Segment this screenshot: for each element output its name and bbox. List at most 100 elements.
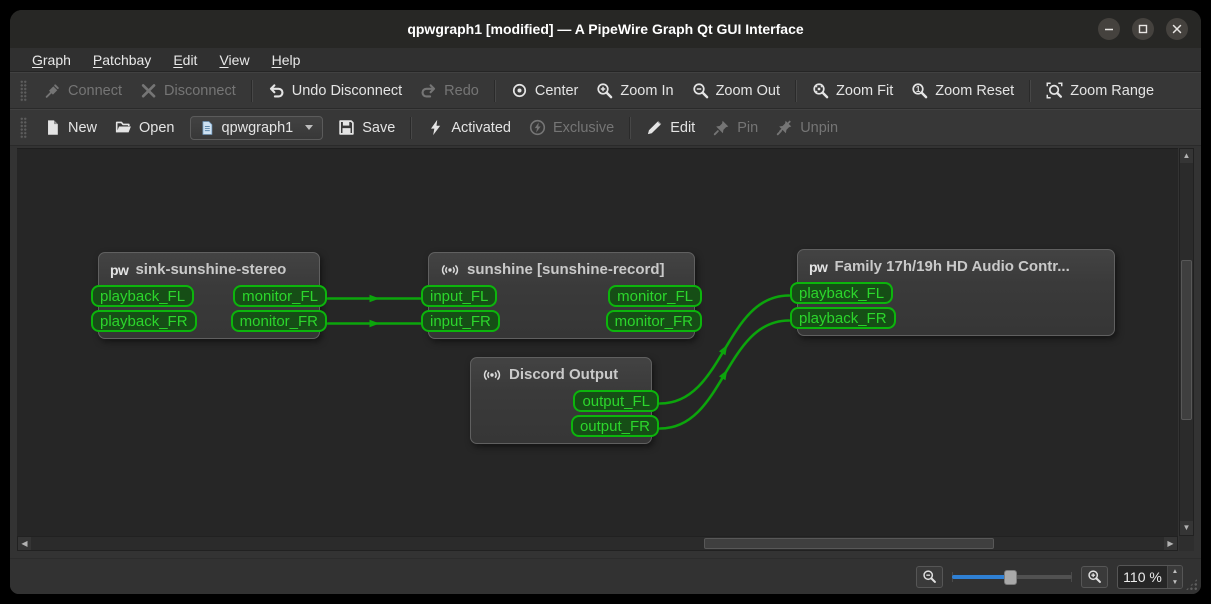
zoom-reset-button[interactable]: 1 Zoom Reset [902, 77, 1023, 104]
node-header: pw Family 17h/19h HD Audio Contr... [798, 250, 1114, 280]
undo-button[interactable]: Undo Disconnect [259, 77, 411, 104]
scroll-right-icon[interactable]: ▶ [1164, 537, 1177, 550]
horizontal-scrollbar-thumb[interactable] [704, 538, 994, 549]
zoom-in-button[interactable] [1081, 565, 1108, 588]
node-discord-output[interactable]: Discord Output output_FL output_FR [470, 357, 659, 444]
redo-button[interactable]: Redo [411, 77, 488, 104]
menu-view[interactable]: View [210, 50, 258, 71]
redo-label: Redo [444, 82, 479, 99]
menu-help[interactable]: Help [263, 50, 310, 71]
zoom-out-button[interactable] [916, 565, 943, 588]
zoom-in-label: Zoom In [620, 82, 674, 99]
window-title: qpwgraph1 [modified] — A PipeWire Graph … [407, 21, 804, 37]
port-monitor_FL[interactable]: monitor_FL [608, 284, 702, 307]
minimize-button[interactable] [1098, 18, 1120, 40]
vertical-scrollbar-thumb[interactable] [1181, 260, 1192, 420]
toolbar-grip[interactable] [20, 79, 27, 102]
zoom-slider-fill [952, 574, 1009, 579]
patchbay-select-label: qpwgraph1 [221, 119, 294, 136]
open-icon [115, 119, 132, 136]
node-sink-sunshine-stereo[interactable]: pw sink-sunshine-stereo playback_FL monitor… [91, 252, 327, 339]
vertical-scrollbar[interactable]: ▲ ▼ [1179, 148, 1194, 536]
port-playback_FL[interactable]: playback_FL [91, 284, 195, 307]
zoom-reset-label: Zoom Reset [935, 82, 1015, 99]
port-playback_FR[interactable]: playback_FR [790, 306, 896, 329]
disconnect-label: Disconnect [164, 82, 236, 99]
zoom-percent-spinbox[interactable]: 110 % ▲ ▼ [1117, 564, 1183, 589]
menu-bar: Graph Patchbay Edit View Help [10, 48, 1201, 72]
exclusive-label: Exclusive [552, 119, 615, 136]
zoom-fit-button[interactable]: Zoom Fit [803, 77, 902, 104]
port-monitor_FL[interactable]: monitor_FL [233, 284, 327, 307]
window-controls [1098, 18, 1188, 40]
disconnect-button[interactable]: Disconnect [131, 77, 245, 104]
unpin-button[interactable]: Unpin [767, 114, 847, 141]
node-family-audio[interactable]: pw Family 17h/19h HD Audio Contr... playba… [790, 249, 1115, 336]
spin-down-icon[interactable]: ▼ [1168, 577, 1182, 588]
title-bar[interactable]: qpwgraph1 [modified] — A PipeWire Graph … [10, 10, 1201, 48]
undo-icon [268, 82, 285, 99]
zoom-fit-label: Zoom Fit [836, 82, 894, 99]
port-monitor_FR[interactable]: monitor_FR [230, 309, 327, 332]
edit-label: Edit [670, 119, 696, 136]
connect-icon [44, 82, 61, 99]
doc-icon [200, 120, 215, 136]
edit-button[interactable]: Edit [637, 114, 704, 141]
pin-button[interactable]: Pin [704, 114, 767, 141]
port-playback_FL[interactable]: playback_FL [790, 281, 894, 304]
node-title: Family 17h/19h HD Audio Contr... [834, 258, 1070, 275]
graph-canvas[interactable]: pw sink-sunshine-stereo playback_FL monitor… [17, 148, 1178, 536]
node-header: Discord Output [471, 358, 651, 388]
connect-button[interactable]: Connect [35, 77, 131, 104]
maximize-button[interactable] [1132, 18, 1154, 40]
zoom-slider-handle[interactable] [1004, 569, 1017, 585]
horizontal-scrollbar[interactable]: ◀ ▶ [17, 536, 1178, 551]
node-sunshine[interactable]: sunshine [sunshine-record] input_FL monito… [421, 252, 702, 339]
node-title: sunshine [sunshine-record] [467, 261, 665, 278]
port-input_FR[interactable]: input_FR [421, 309, 500, 332]
spin-up-icon[interactable]: ▲ [1168, 566, 1182, 577]
pencil-icon [646, 119, 663, 136]
zoom-in-button[interactable]: Zoom In [587, 77, 682, 104]
zoom-reset-icon: 1 [911, 82, 928, 99]
center-button[interactable]: Center [502, 77, 588, 104]
zoom-out-button[interactable]: Zoom Out [683, 77, 789, 104]
activated-label: Activated [451, 119, 511, 136]
resize-grip[interactable] [1185, 578, 1198, 591]
toolbar-grip[interactable] [20, 116, 27, 139]
menu-patchbay[interactable]: Patchbay [84, 50, 160, 71]
bolt-icon [427, 119, 444, 136]
undo-label: Undo Disconnect [291, 82, 403, 99]
spinbox-arrows: ▲ ▼ [1167, 565, 1182, 588]
patchbay-toolbar: New Open qpwgraph1 Save Activated Exclusive Ed… [10, 109, 1201, 146]
menu-edit[interactable]: Edit [164, 50, 206, 71]
zoom-slider[interactable] [952, 569, 1072, 585]
open-button[interactable]: Open [106, 114, 183, 141]
redo-icon [420, 82, 437, 99]
scroll-down-icon[interactable]: ▼ [1180, 521, 1193, 535]
canvas-area: pw sink-sunshine-stereo playback_FL monitor… [10, 146, 1201, 558]
activated-button[interactable]: Activated [418, 114, 520, 141]
port-input_FL[interactable]: input_FL [421, 284, 498, 307]
patchbay-select-dropdown[interactable]: qpwgraph1 [189, 115, 324, 140]
close-button[interactable] [1166, 18, 1188, 40]
port-playback_FR[interactable]: playback_FR [91, 309, 197, 332]
save-button[interactable]: Save [329, 114, 404, 141]
new-button[interactable]: New [35, 114, 106, 141]
zoom-range-icon [1046, 82, 1063, 99]
port-monitor_FR[interactable]: monitor_FR [605, 309, 702, 332]
zoom-percent-value: 110 % [1123, 568, 1162, 585]
port-output_FL[interactable]: output_FL [573, 389, 659, 412]
stream-icon [440, 262, 460, 278]
open-label: Open [139, 119, 175, 136]
toolbar-separator [493, 79, 496, 102]
menu-graph[interactable]: Graph [23, 50, 80, 71]
exclusive-button[interactable]: Exclusive [520, 114, 623, 141]
scroll-left-icon[interactable]: ◀ [18, 537, 31, 550]
new-label: New [68, 119, 98, 136]
center-label: Center [534, 82, 579, 99]
scroll-up-icon[interactable]: ▲ [1180, 149, 1193, 163]
unpin-icon [776, 119, 793, 136]
port-output_FR[interactable]: output_FR [570, 414, 659, 437]
zoom-range-button[interactable]: Zoom Range [1037, 77, 1163, 104]
